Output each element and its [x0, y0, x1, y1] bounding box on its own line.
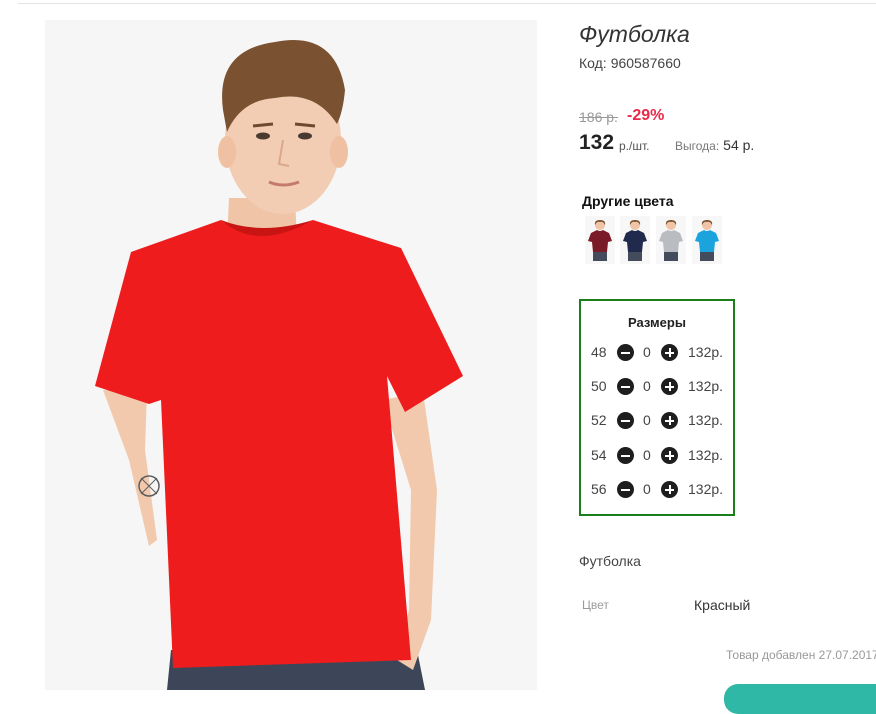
chat-widget-button[interactable]: [724, 684, 876, 714]
top-divider: [18, 3, 876, 4]
product-code: Код: 960587660: [579, 55, 681, 71]
decrease-quantity-button[interactable]: [617, 412, 634, 429]
quantity-value: 0: [643, 412, 651, 428]
color-swatch-navy[interactable]: [620, 216, 650, 264]
increase-quantity-button[interactable]: [661, 481, 678, 498]
increase-quantity-button[interactable]: [661, 412, 678, 429]
product-code-value: 960587660: [610, 55, 681, 71]
increase-quantity-button[interactable]: [661, 344, 678, 361]
current-price: 132: [579, 131, 615, 154]
other-colors-title: Другие цвета: [582, 193, 674, 209]
quantity-value: 0: [643, 378, 651, 394]
quantity-value: 0: [643, 344, 651, 360]
size-label: 50: [591, 378, 607, 394]
quantity-value: 0: [643, 481, 651, 497]
size-label: 52: [591, 412, 607, 428]
decrease-quantity-button[interactable]: [617, 378, 634, 395]
discount-badge: -29%: [627, 107, 665, 124]
price-unit: р./шт.: [619, 139, 650, 153]
color-swatch-gray[interactable]: [656, 216, 686, 264]
size-label: 48: [591, 344, 607, 360]
size-price: 132р.: [688, 378, 724, 394]
product-description: Футболка: [579, 553, 641, 569]
color-swatch-light-blue[interactable]: [692, 216, 722, 264]
decrease-quantity-button[interactable]: [617, 481, 634, 498]
color-attribute-label: Цвет: [582, 598, 609, 612]
quantity-value: 0: [643, 447, 651, 463]
product-code-label: Код:: [579, 55, 607, 71]
size-price: 132р.: [688, 344, 724, 360]
increase-quantity-button[interactable]: [661, 378, 678, 395]
size-row-52: 52 0 132р.: [581, 411, 733, 431]
increase-quantity-button[interactable]: [661, 447, 678, 464]
size-row-50: 50 0 132р.: [581, 377, 733, 397]
product-title: Футболка: [579, 21, 690, 47]
size-price: 132р.: [688, 481, 724, 497]
size-price: 132р.: [688, 412, 724, 428]
size-label: 56: [591, 481, 607, 497]
benefit-label: Выгода:: [675, 139, 720, 153]
color-attribute-value: Красный: [694, 597, 751, 613]
sizes-panel: Размеры 48 0 132р. 50 0 132р. 52 0 132р.…: [579, 299, 735, 516]
added-date: Товар добавлен 27.07.2017: [726, 648, 876, 662]
product-photo[interactable]: [45, 20, 537, 690]
size-price: 132р.: [688, 447, 724, 463]
benefit: Выгода: 54 р.: [675, 137, 754, 153]
sizes-title: Размеры: [628, 315, 686, 330]
size-row-48: 48 0 132р.: [581, 343, 733, 363]
size-label: 54: [591, 447, 607, 463]
old-price: 186 р.: [579, 109, 618, 125]
benefit-value: 54 р.: [723, 137, 755, 153]
model-in-red-tshirt-image: [45, 20, 537, 690]
decrease-quantity-button[interactable]: [617, 447, 634, 464]
color-swatch-burgundy[interactable]: [585, 216, 615, 264]
size-row-56: 56 0 132р.: [581, 480, 733, 500]
size-row-54: 54 0 132р.: [581, 446, 733, 466]
decrease-quantity-button[interactable]: [617, 344, 634, 361]
